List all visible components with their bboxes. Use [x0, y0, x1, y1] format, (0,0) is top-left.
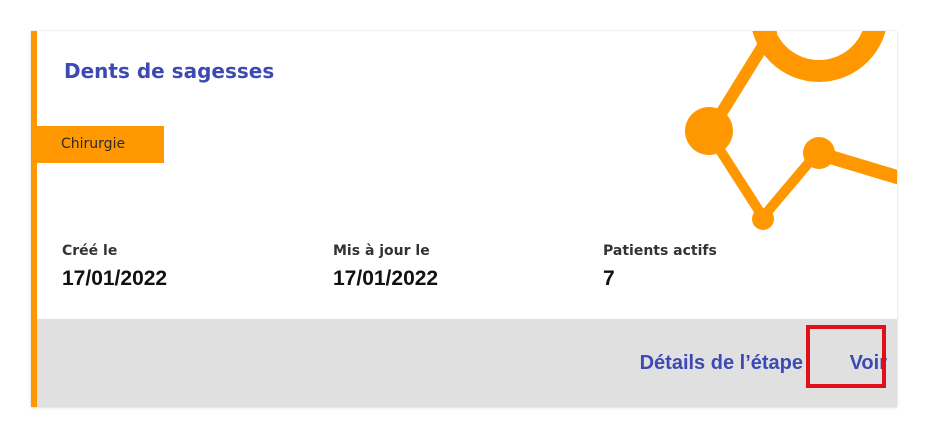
category-tag: Chirurgie [37, 126, 164, 163]
step-card: Dents de sagesses Chirurgie Créé le 17/0… [31, 31, 897, 407]
voir-button[interactable]: Voir [850, 351, 887, 375]
stat-created: Créé le 17/01/2022 [62, 243, 167, 291]
stat-active-patients-value: 7 [603, 267, 615, 290]
stat-active-patients: Patients actifs 7 [603, 243, 717, 291]
stat-updated-value: 17/01/2022 [333, 267, 439, 290]
stat-updated-label: Mis à jour le [333, 243, 430, 259]
molecule-graphic-icon [685, 31, 897, 230]
card-title: Dents de sagesses [64, 59, 275, 83]
stat-created-value: 17/01/2022 [62, 267, 168, 290]
stat-active-patients-label: Patients actifs [603, 243, 717, 259]
step-details-link[interactable]: Détails de l’étape [640, 351, 803, 375]
stat-created-label: Créé le [62, 243, 118, 259]
stat-updated: Mis à jour le 17/01/2022 [333, 243, 438, 291]
card-footer: Détails de l’étape Voir [37, 319, 897, 407]
